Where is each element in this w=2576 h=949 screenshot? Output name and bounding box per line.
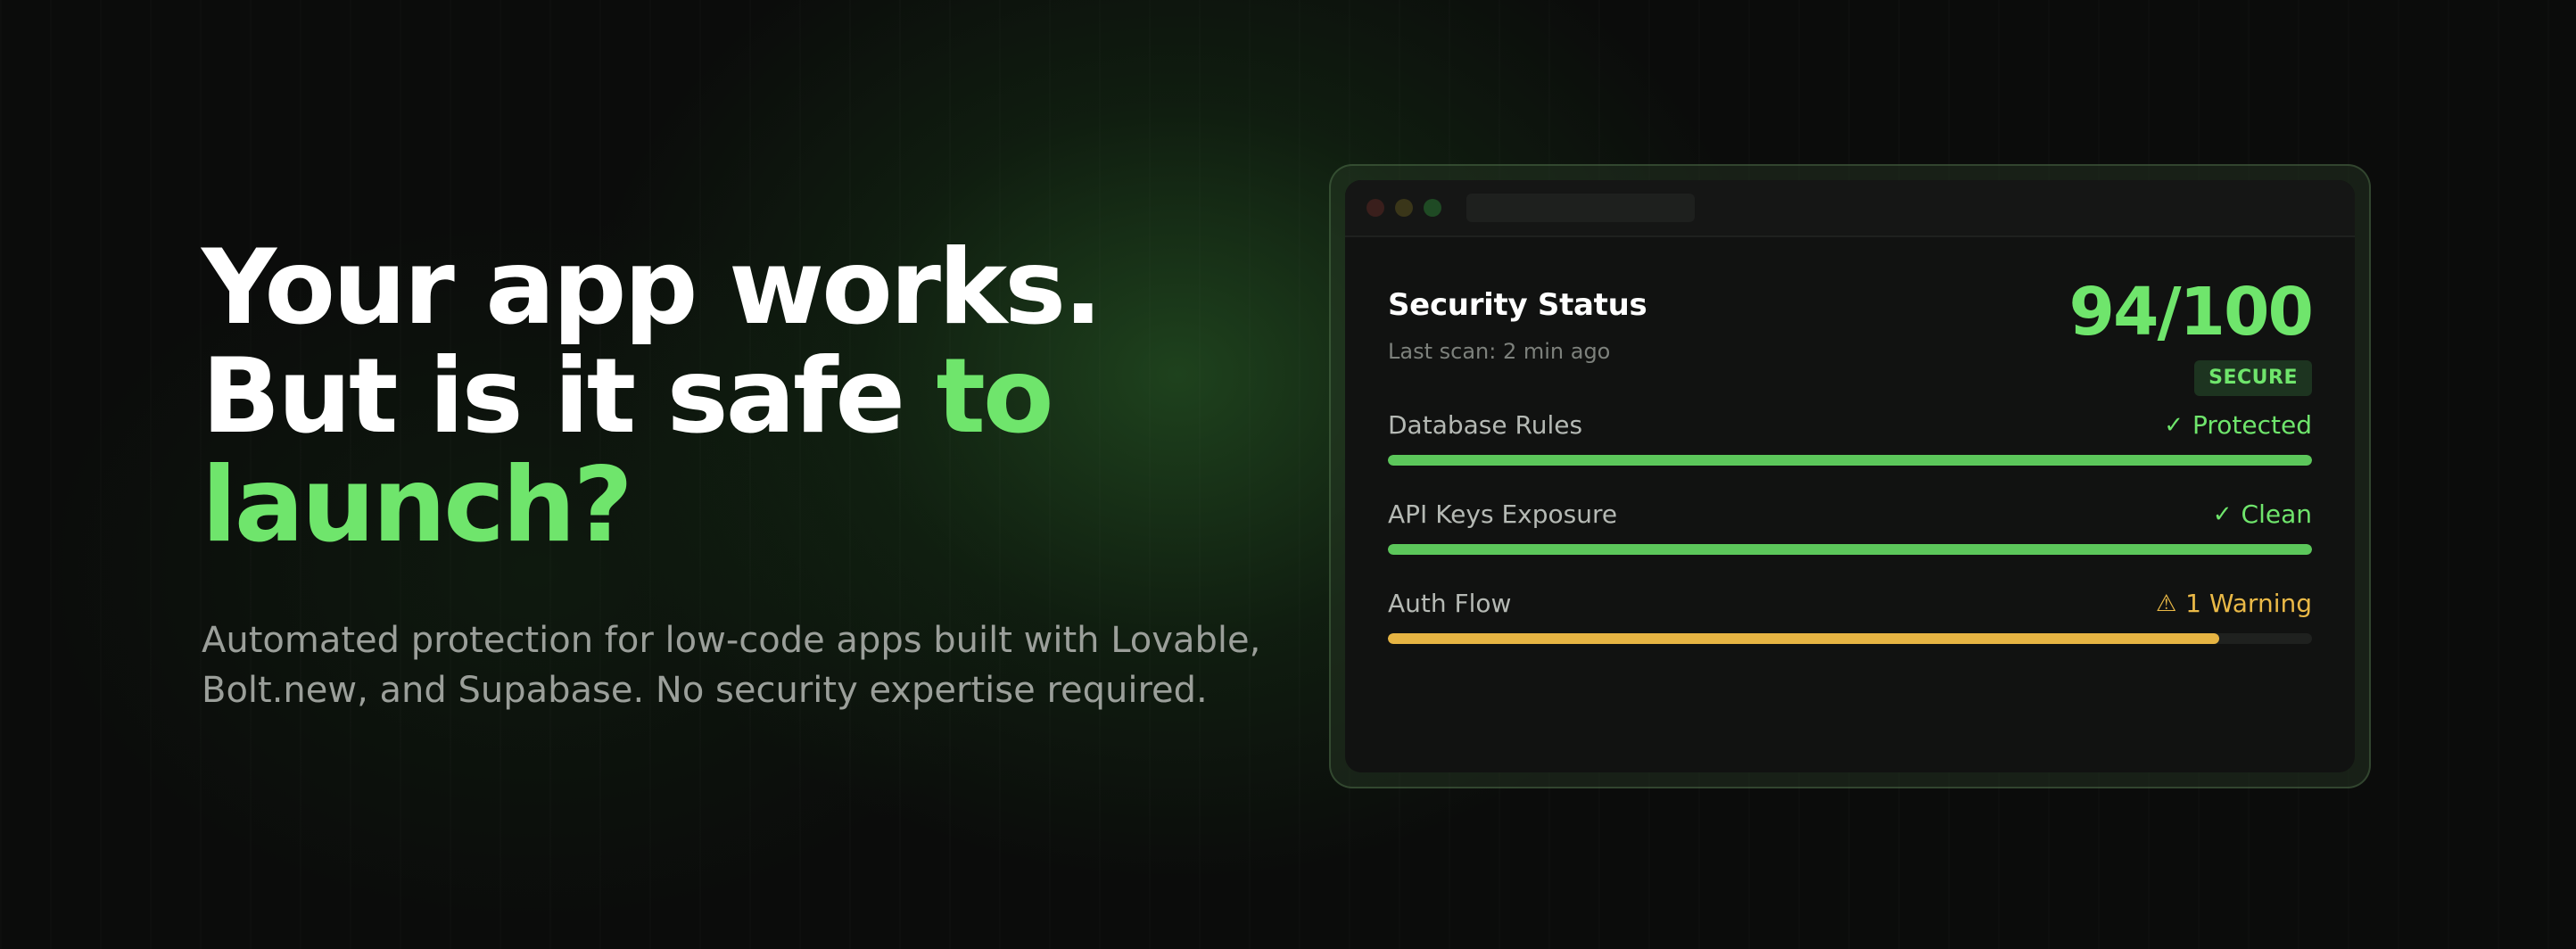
progress-fill [1388,455,2312,466]
security-score: 94/100 [2068,274,2314,351]
check-status: ✓ Clean [2213,499,2312,529]
security-checks-list: Database Rules ✓ Protected API Keys Expo… [1388,398,2312,665]
check-status-text: Clean [2241,499,2312,529]
security-panel: Security Status Last scan: 2 min ago 94/… [1388,237,2314,665]
hero-section: Your app works. But is it safe to launch… [0,0,2576,949]
minimize-dot[interactable] [1395,199,1413,217]
check-row-auth-flow: Auth Flow ⚠ 1 Warning [1388,576,2312,665]
check-icon: ✓ [2164,411,2184,439]
subtitle-line-2: Bolt.new, and Supabase. No security expe… [202,670,1208,711]
progress-fill [1388,544,2312,555]
headline: Your app works. But is it safe to launch… [202,234,1361,560]
check-row-api-keys: API Keys Exposure ✓ Clean [1388,487,2312,576]
headline-line-2-text: But is it safe [202,336,937,457]
address-bar[interactable] [1466,194,1695,222]
check-status-text: 1 Warning [2185,589,2312,618]
last-scan-time: Last scan: 2 min ago [1388,339,1611,364]
headline-line-1: Your app works. [202,227,1102,348]
check-status-text: Protected [2192,410,2312,440]
progress-track [1388,455,2312,466]
headline-line-3: launch? [202,445,633,565]
window-titlebar [1345,180,2355,237]
check-label: Auth Flow [1388,589,1512,618]
warning-icon: ⚠ [2155,590,2177,617]
progress-fill [1388,633,2220,644]
headline-accent-to: to [936,336,1053,457]
progress-track [1388,633,2312,644]
headline-line-2: But is it safe to [202,342,1361,451]
app-window-frame: Security Status Last scan: 2 min ago 94/… [1329,164,2371,788]
hero-copy: Your app works. But is it safe to launch… [202,234,1361,715]
check-icon: ✓ [2212,500,2233,528]
progress-track [1388,544,2312,555]
maximize-dot[interactable] [1424,199,1441,217]
close-dot[interactable] [1366,199,1384,217]
subtitle-line-1: Automated protection for low-code apps b… [202,620,1261,661]
check-status: ⚠ 1 Warning [2156,589,2312,618]
check-row-database-rules: Database Rules ✓ Protected [1388,398,2312,487]
status-badge: SECURE [2194,360,2312,396]
app-window: Security Status Last scan: 2 min ago 94/… [1345,180,2355,772]
check-status: ✓ Protected [2164,410,2312,440]
security-title: Security Status [1388,287,1647,323]
check-label: API Keys Exposure [1388,499,1618,529]
check-label: Database Rules [1388,410,1583,440]
security-header: Security Status Last scan: 2 min ago 94/… [1388,237,2314,398]
hero-subtitle: Automated protection for low-code apps b… [202,615,1361,715]
